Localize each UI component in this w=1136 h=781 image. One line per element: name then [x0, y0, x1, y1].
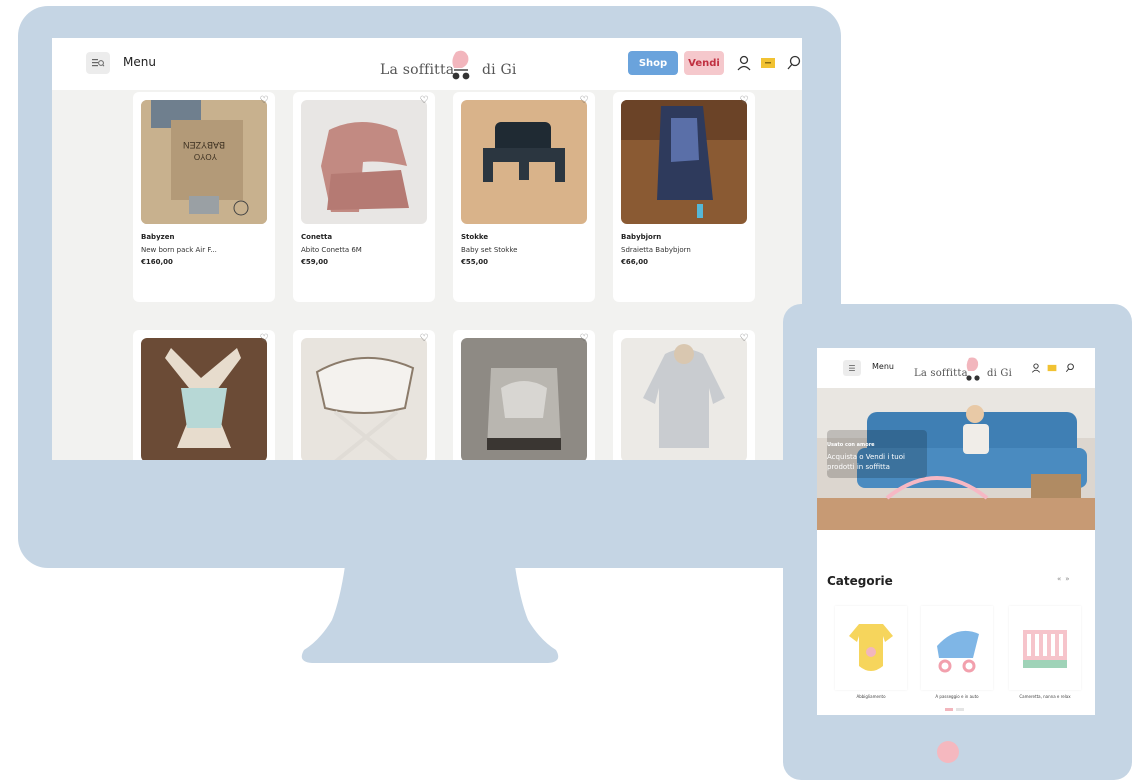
- heart-icon[interactable]: ♡: [417, 332, 431, 346]
- cart-icon[interactable]: [760, 54, 776, 72]
- product-image: [621, 338, 747, 460]
- hero-kicker: Usato con amore: [827, 442, 875, 448]
- shop-button[interactable]: Shop: [628, 51, 678, 75]
- product-image: [461, 338, 587, 460]
- product-title: Sdraietta Babybjorn: [621, 246, 691, 254]
- product-brand: Stokke: [461, 233, 489, 241]
- product-image: [141, 338, 267, 460]
- product-title: Baby set Stokke: [461, 246, 518, 254]
- site-header: Menu La soffitta di Gi Shop Vendi: [52, 38, 802, 90]
- category-card[interactable]: [921, 606, 993, 690]
- product-image: [301, 338, 427, 460]
- menu-label[interactable]: Menu: [872, 362, 894, 371]
- stroller-icon: [937, 630, 979, 673]
- crib-icon: [1023, 630, 1067, 668]
- product-image: BABYZEN YOYO: [141, 100, 267, 224]
- carousel-dots[interactable]: [945, 708, 965, 711]
- product-image: [461, 100, 587, 224]
- heart-icon[interactable]: ♡: [737, 332, 751, 346]
- heart-icon[interactable]: ♡: [257, 94, 271, 108]
- product-brand: Babyzen: [141, 233, 175, 241]
- category-label: Abbigliamento: [856, 694, 886, 699]
- product-card[interactable]: ♡: [133, 330, 275, 460]
- product-card[interactable]: ♡ Conetta Abito Conetta 6M €59,00: [293, 92, 435, 302]
- stroller-logo-icon: [966, 357, 980, 381]
- product-card[interactable]: ♡ Stokke Baby set Stokke €55,00: [453, 92, 595, 302]
- heart-icon[interactable]: ♡: [417, 94, 431, 108]
- site-logo[interactable]: La soffitta di Gi: [380, 48, 520, 84]
- tablet-screen: ☰ Menu La soffitta di Gi Usato con amore…: [817, 348, 1095, 715]
- device-mockup-scene: Menu La soffitta di Gi Shop Vendi BABYZE…: [0, 0, 1136, 781]
- product-card[interactable]: ♡: [613, 330, 755, 460]
- vendi-button[interactable]: Vendi: [684, 51, 724, 75]
- user-icon[interactable]: [1031, 362, 1041, 374]
- desktop-screen: Menu La soffitta di Gi Shop Vendi BABYZE…: [52, 38, 802, 460]
- menu-search-icon[interactable]: ☰: [843, 360, 861, 376]
- category-label: Cameretta, nanna e relax: [1019, 694, 1071, 699]
- menu-search-icon[interactable]: [86, 52, 110, 74]
- cart-icon[interactable]: [1047, 362, 1057, 374]
- category-card[interactable]: [835, 606, 907, 690]
- search-icon[interactable]: [1065, 362, 1075, 374]
- product-card[interactable]: ♡: [293, 330, 435, 460]
- user-icon[interactable]: [736, 54, 752, 72]
- heart-icon[interactable]: ♡: [577, 94, 591, 108]
- search-icon[interactable]: [786, 54, 802, 72]
- hero-banner: Usato con amore Acquista o Vendi i tuoi …: [817, 388, 1095, 530]
- stroller-logo-icon: [452, 50, 470, 80]
- next-arrow-icon[interactable]: »: [1065, 575, 1073, 583]
- product-image: [621, 100, 747, 224]
- menu-label[interactable]: Menu: [123, 55, 156, 69]
- product-price: €66,00: [621, 258, 649, 266]
- categories-nav: «»: [1057, 575, 1074, 583]
- hero-headline: Acquista o Vendi i tuoi prodotti in soff…: [827, 453, 905, 471]
- product-price: €55,00: [461, 258, 489, 266]
- box-model-text: YOYO: [194, 152, 217, 161]
- product-price: €160,00: [141, 258, 173, 266]
- heart-icon[interactable]: ♡: [257, 332, 271, 346]
- product-card[interactable]: ♡: [453, 330, 595, 460]
- heart-icon[interactable]: ♡: [577, 332, 591, 346]
- box-brand-text: BABYZEN: [183, 140, 225, 150]
- heart-icon[interactable]: ♡: [737, 94, 751, 108]
- product-brand: Conetta: [301, 233, 333, 241]
- product-card[interactable]: ♡ Babybjorn Sdraietta Babybjorn €66,00: [613, 92, 755, 302]
- product-price: €59,00: [301, 258, 329, 266]
- category-label: A passeggio e in auto: [935, 694, 979, 699]
- product-brand: Babybjorn: [621, 233, 662, 241]
- product-title: New born pack Air F...: [141, 246, 217, 254]
- site-logo[interactable]: La soffitta di Gi: [914, 356, 1026, 384]
- categories-title: Categorie: [827, 574, 893, 588]
- product-title: Abito Conetta 6M: [301, 246, 362, 254]
- product-image: [301, 100, 427, 224]
- product-card[interactable]: BABYZEN YOYO ♡ Babyzen New born pack Air…: [133, 92, 275, 302]
- onesie-icon: [849, 624, 893, 671]
- category-card[interactable]: [1009, 606, 1081, 690]
- tablet-home-button[interactable]: [937, 741, 959, 763]
